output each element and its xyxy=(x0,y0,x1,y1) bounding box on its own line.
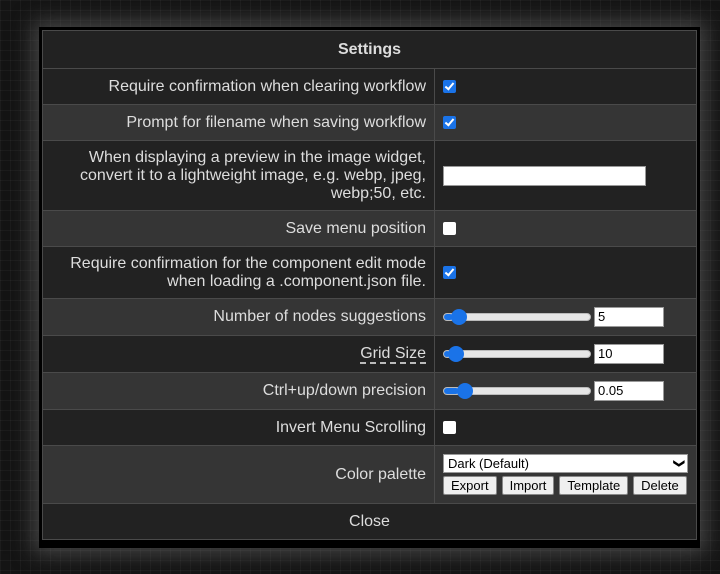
setting-row-confirm-clear: Require confirmation when clearing workf… xyxy=(42,68,697,105)
setting-row-ctrl-precision: Ctrl+up/down precision 0.05 xyxy=(42,372,697,410)
export-button[interactable]: Export xyxy=(443,476,497,495)
ctrl-precision-slider[interactable] xyxy=(443,383,591,399)
select-value: Dark (Default) xyxy=(448,456,529,471)
setting-label: Prompt for filename when saving workflow xyxy=(42,104,435,141)
grid-size-input[interactable]: 10 xyxy=(594,344,664,364)
setting-label: When displaying a preview in the image w… xyxy=(42,140,435,211)
template-button[interactable]: Template xyxy=(559,476,629,495)
color-palette-select[interactable]: Dark (Default) ❯ xyxy=(443,454,688,473)
setting-row-preview-format: When displaying a preview in the image w… xyxy=(42,140,697,211)
confirm-clear-checkbox[interactable] xyxy=(443,79,456,93)
import-button[interactable]: Import xyxy=(501,476,555,495)
setting-row-save-menu-position: Save menu position xyxy=(42,210,697,247)
setting-label: Require confirmation when clearing workf… xyxy=(42,68,435,105)
setting-label: Number of nodes suggestions xyxy=(42,298,435,336)
slider-thumb[interactable] xyxy=(450,309,467,325)
close-button[interactable]: Close xyxy=(42,504,697,540)
setting-label: Ctrl+up/down precision xyxy=(42,372,435,410)
setting-label: Grid Size xyxy=(42,335,435,373)
setting-label: Save menu position xyxy=(42,210,435,247)
setting-row-color-palette: Color palette Dark (Default) ❯ Export Im… xyxy=(42,445,697,504)
ctrl-precision-input[interactable]: 0.05 xyxy=(594,381,664,401)
setting-row-prompt-filename: Prompt for filename when saving workflow xyxy=(42,104,697,141)
node-suggestions-input[interactable]: 5 xyxy=(594,307,664,327)
slider-thumb[interactable] xyxy=(456,383,473,399)
setting-label: Require confirmation for the component e… xyxy=(42,246,435,299)
setting-label: Color palette xyxy=(42,445,435,504)
chevron-down-icon: ❯ xyxy=(672,458,685,469)
settings-table: Settings Require confirmation when clear… xyxy=(42,30,697,504)
delete-button[interactable]: Delete xyxy=(633,476,687,495)
setting-row-component-edit-confirm: Require confirmation for the component e… xyxy=(42,246,697,299)
grid-size-slider[interactable] xyxy=(443,346,591,362)
save-menu-position-checkbox[interactable] xyxy=(443,221,456,235)
setting-row-grid-size: Grid Size 10 xyxy=(42,335,697,373)
dialog-title: Settings xyxy=(42,30,697,69)
settings-dialog: Settings Require confirmation when clear… xyxy=(39,27,700,548)
setting-label: Invert Menu Scrolling xyxy=(42,409,435,446)
node-suggestions-slider[interactable] xyxy=(443,309,591,325)
preview-format-input[interactable] xyxy=(443,165,646,186)
grid-size-label: Grid Size xyxy=(360,345,426,364)
prompt-filename-checkbox[interactable] xyxy=(443,115,456,129)
invert-scrolling-checkbox[interactable] xyxy=(443,420,456,434)
setting-row-node-suggestions: Number of nodes suggestions 5 xyxy=(42,298,697,336)
component-edit-confirm-checkbox[interactable] xyxy=(443,265,456,279)
setting-row-invert-scrolling: Invert Menu Scrolling xyxy=(42,409,697,446)
slider-thumb[interactable] xyxy=(447,346,464,362)
